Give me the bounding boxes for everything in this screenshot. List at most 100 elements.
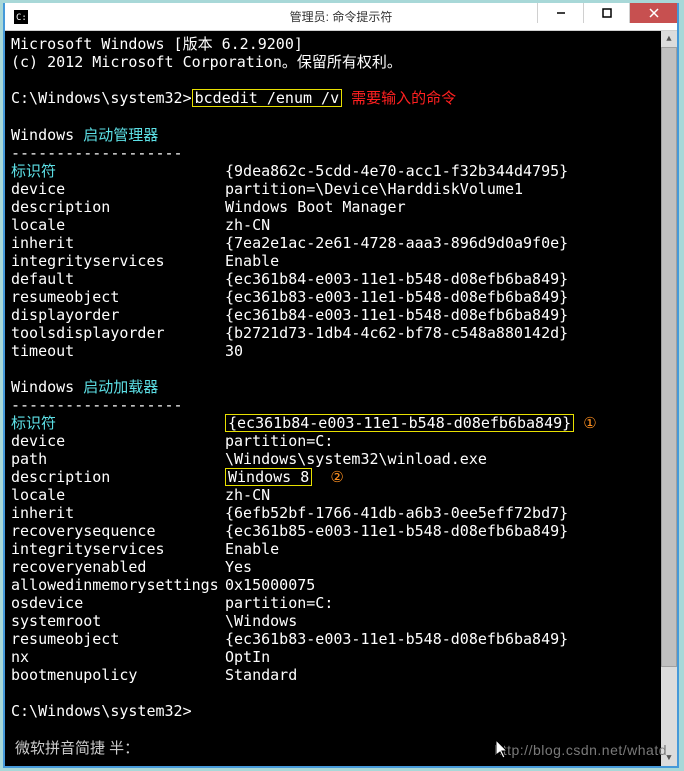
value: OptIn <box>225 648 270 666</box>
titlebar[interactable]: C: 管理员: 命令提示符 <box>5 3 677 31</box>
divider: ------------------- <box>11 396 655 414</box>
key: allowedinmemorysettings <box>11 576 225 594</box>
key: default <box>11 270 225 288</box>
kv-row: inherit{7ea2e1ac-2e61-4728-aaa3-896d9d0a… <box>11 234 655 252</box>
maximize-button[interactable] <box>583 3 629 23</box>
scroll-up-button[interactable]: ▲ <box>661 31 677 47</box>
kv-row: descriptionWindows Boot Manager <box>11 198 655 216</box>
value: \Windows <box>225 612 297 630</box>
id-label: 标识符 <box>11 162 225 180</box>
key: systemroot <box>11 612 225 630</box>
kv-row: 标识符{ec361b84-e003-11e1-b548-d08efb6ba849… <box>11 414 655 432</box>
cursor-icon <box>496 740 512 760</box>
value: {ec361b84-e003-11e1-b548-d08efb6ba849} <box>225 270 568 288</box>
key: inherit <box>11 504 225 522</box>
value: Enable <box>225 252 279 270</box>
command-annotation: 需要输入的命令 <box>351 90 456 107</box>
key: integrityservices <box>11 540 225 558</box>
kv-row: recoverysequence{ec361b85-e003-11e1-b548… <box>11 522 655 540</box>
close-button[interactable] <box>629 3 677 23</box>
key: locale <box>11 486 225 504</box>
section-title: Windows 启动加载器 <box>11 378 655 396</box>
kv-row: integrityservicesEnable <box>11 252 655 270</box>
kv-row: bootmenupolicyStandard <box>11 666 655 684</box>
header-line: (c) 2012 Microsoft Corporation。保留所有权利。 <box>11 53 655 71</box>
command-prompt-window: C: 管理员: 命令提示符 Microsoft Windows [版本 6.2.… <box>3 3 679 768</box>
terminal-area: Microsoft Windows [版本 6.2.9200](c) 2012 … <box>5 31 677 766</box>
kv-row: toolsdisplayorder{b2721d73-1db4-4c62-bf7… <box>11 324 655 342</box>
key: locale <box>11 216 225 234</box>
key: device <box>11 432 225 450</box>
header-line: Microsoft Windows [版本 6.2.9200] <box>11 35 655 53</box>
value: partition=\Device\HarddiskVolume1 <box>225 180 523 198</box>
kv-row: inherit{6efb52bf-1766-41db-a6b3-0ee5eff7… <box>11 504 655 522</box>
ime-status: 微软拼音简捷 半： <box>15 737 139 758</box>
value: \Windows\system32\winload.exe <box>225 450 487 468</box>
kv-row: localezh-CN <box>11 216 655 234</box>
value: zh-CN <box>225 216 270 234</box>
svg-text:C:: C: <box>16 13 27 23</box>
value: Standard <box>225 666 297 684</box>
kv-row: recoveryenabledYes <box>11 558 655 576</box>
value: zh-CN <box>225 486 270 504</box>
kv-row: default{ec361b84-e003-11e1-b548-d08efb6b… <box>11 270 655 288</box>
scrollbar[interactable]: ▲ ▼ <box>661 31 677 766</box>
marker-2: ② <box>330 468 343 486</box>
key: inherit <box>11 234 225 252</box>
terminal-output[interactable]: Microsoft Windows [版本 6.2.9200](c) 2012 … <box>5 31 661 766</box>
value: {6efb52bf-1766-41db-a6b3-0ee5eff72bd7} <box>225 504 568 522</box>
value: {ec361b83-e003-11e1-b548-d08efb6ba849} <box>225 288 568 306</box>
prompt-path: C:\Windows\system32> <box>11 89 192 107</box>
kv-row: timeout30 <box>11 342 655 360</box>
minimize-button[interactable] <box>537 3 583 23</box>
kv-row: displayorder{ec361b84-e003-11e1-b548-d08… <box>11 306 655 324</box>
app-icon: C: <box>13 9 29 25</box>
kv-row: allowedinmemorysettings0x15000075 <box>11 576 655 594</box>
id-value: {9dea862c-5cdd-4e70-acc1-f32b344d4795} <box>225 162 568 180</box>
value: 30 <box>225 342 243 360</box>
loader-id-highlight: {ec361b84-e003-11e1-b548-d08efb6ba849} <box>225 414 574 432</box>
kv-row: integrityservicesEnable <box>11 540 655 558</box>
window-controls <box>537 3 677 23</box>
value: {ec361b84-e003-11e1-b548-d08efb6ba849} <box>225 306 568 324</box>
value: partition=C: <box>225 594 333 612</box>
value: {b2721d73-1db4-4c62-bf78-c548a880142d} <box>225 324 568 342</box>
key: nx <box>11 648 225 666</box>
value: Windows Boot Manager <box>225 198 406 216</box>
prompt-line: C:\Windows\system32> <box>11 702 655 720</box>
key: integrityservices <box>11 252 225 270</box>
kv-row: nxOptIn <box>11 648 655 666</box>
key: osdevice <box>11 594 225 612</box>
value: Enable <box>225 540 279 558</box>
kv-row: osdevicepartition=C: <box>11 594 655 612</box>
key: resumeobject <box>11 630 225 648</box>
value: partition=C: <box>225 432 333 450</box>
kv-row: devicepartition=C: <box>11 432 655 450</box>
kv-row: descriptionWindows 8 ② <box>11 468 655 486</box>
window-title: 管理员: 命令提示符 <box>290 8 393 25</box>
key: bootmenupolicy <box>11 666 225 684</box>
value: {ec361b85-e003-11e1-b548-d08efb6ba849} <box>225 522 568 540</box>
kv-row: resumeobject{ec361b83-e003-11e1-b548-d08… <box>11 630 655 648</box>
prompt-line: C:\Windows\system32>bcdedit /enum /v 需要输… <box>11 89 655 108</box>
kv-row: 标识符{9dea862c-5cdd-4e70-acc1-f32b344d4795… <box>11 162 655 180</box>
key: path <box>11 450 225 468</box>
kv-row: localezh-CN <box>11 486 655 504</box>
kv-row: devicepartition=\Device\HarddiskVolume1 <box>11 180 655 198</box>
kv-row: path\Windows\system32\winload.exe <box>11 450 655 468</box>
value: 0x15000075 <box>225 576 315 594</box>
key: recoveryenabled <box>11 558 225 576</box>
key: timeout <box>11 342 225 360</box>
key: device <box>11 180 225 198</box>
scroll-thumb[interactable] <box>661 47 677 667</box>
kv-row: resumeobject{ec361b83-e003-11e1-b548-d08… <box>11 288 655 306</box>
id-label: 标识符 <box>11 414 225 432</box>
key: resumeobject <box>11 288 225 306</box>
divider: ------------------- <box>11 144 655 162</box>
command-highlight: bcdedit /enum /v <box>192 89 343 107</box>
key: toolsdisplayorder <box>11 324 225 342</box>
watermark: http://blog.csdn.net/whatd <box>494 742 667 758</box>
key: description <box>11 198 225 216</box>
key: recoverysequence <box>11 522 225 540</box>
value: {ec361b83-e003-11e1-b548-d08efb6ba849} <box>225 630 568 648</box>
